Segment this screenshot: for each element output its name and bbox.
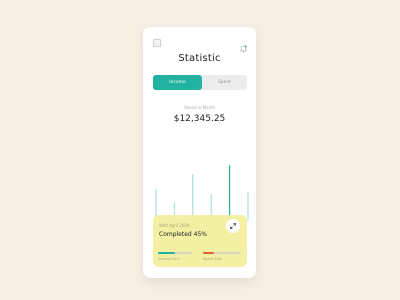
- income-tab[interactable]: Income: [153, 75, 202, 90]
- expand-button[interactable]: [226, 219, 240, 233]
- saved-amount: $12,345.25: [173, 114, 226, 124]
- income-progress-fill: [158, 252, 175, 254]
- expand-icon: [230, 223, 236, 229]
- page-title: Statistic: [178, 53, 221, 64]
- progress-card: Wed April 2020 Completed 45% Income 50% …: [153, 215, 247, 267]
- income-progress-track: [158, 252, 192, 254]
- card-date: Wed April 2020: [159, 223, 190, 228]
- income-progress-label: Income 50%: [158, 257, 180, 261]
- saved-label: Saved in March: [184, 105, 215, 110]
- statistic-screen: Statistic Income Spent Saved in March $1…: [143, 27, 256, 278]
- bar-mar[interactable]: [229, 165, 231, 221]
- spent-progress-track: [203, 252, 241, 254]
- spent-progress-fill: [203, 252, 215, 254]
- back-icon[interactable]: [153, 39, 161, 47]
- income-spent-toggle: Income Spent: [153, 75, 247, 90]
- bar-apr[interactable]: [247, 192, 249, 221]
- bar-jan[interactable]: [192, 174, 194, 221]
- bell-icon[interactable]: [240, 38, 247, 53]
- card-status: Completed 45%: [159, 231, 207, 238]
- monthly-bar-chart: NovDecJanFebMarApr: [143, 137, 256, 227]
- spent-tab[interactable]: Spent: [202, 75, 247, 90]
- chart-svg: NovDecJanFebMarApr: [152, 165, 252, 227]
- spent-progress-label: Spent 30%: [203, 257, 223, 261]
